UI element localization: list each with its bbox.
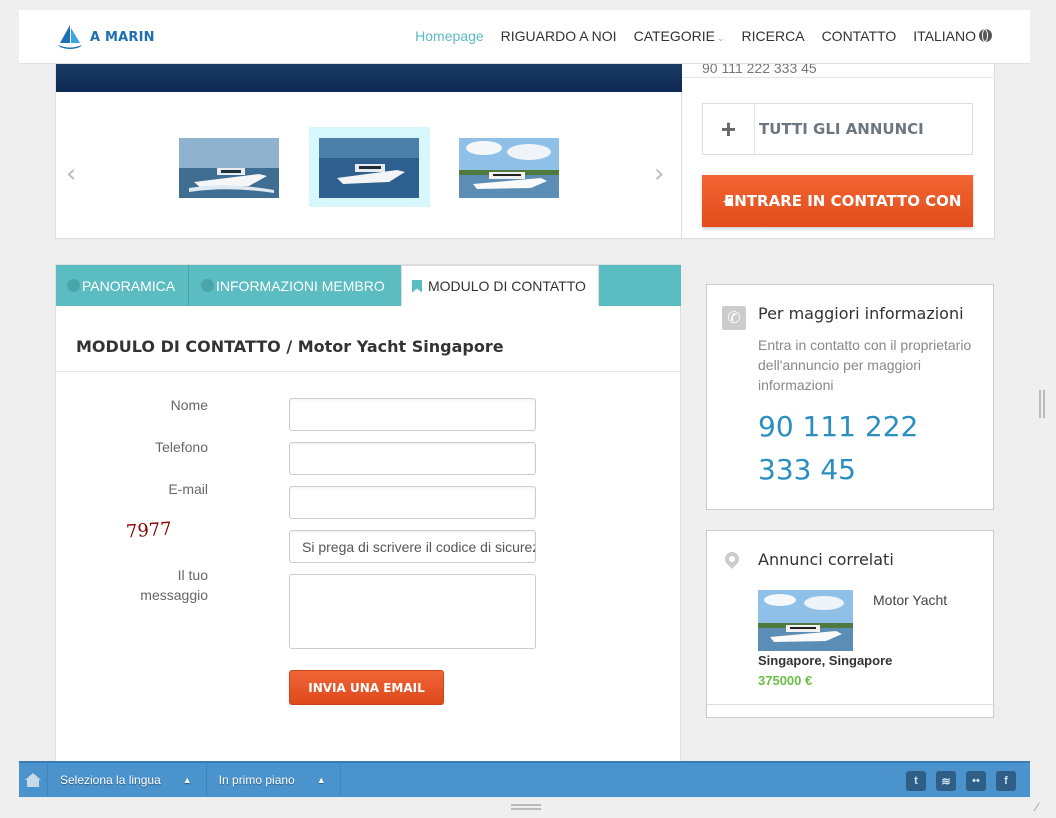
bookmark-icon [412,279,422,293]
chevron-down-icon: ⌄ [717,33,725,43]
facebook-icon[interactable]: f [996,771,1016,791]
nav-language[interactable]: ITALIANO [913,28,992,44]
related-ad-location: Singapore, Singapore [758,653,893,668]
yacht-photo-2 [319,138,419,198]
twitter-icon[interactable]: t [906,771,926,791]
gallery-thumb-2[interactable] [319,138,419,198]
send-email-button[interactable]: INVIA UNA EMAIL [289,670,444,705]
nav-language-label: ITALIANO [913,28,976,44]
contact-owner-button[interactable]: ◀ ENTRARE IN CONTATTO CON [702,175,973,227]
social-links: t ≋ •• f [906,771,1016,791]
related-ad-name[interactable]: Motor Yacht [873,592,947,608]
phone-field[interactable] [289,442,536,475]
chevron-left-icon[interactable]: ‹ [66,159,76,189]
yacht-photo-1 [179,138,279,198]
horizontal-resize-handle[interactable] [511,804,541,810]
reply-icon: ◀ [723,194,733,209]
nav-search[interactable]: RICERCA [742,28,805,44]
phone-line-1: 90 111 222 [758,410,919,443]
main-photo [56,64,682,92]
language-selector[interactable]: Seleziona la lingua ▲ [47,763,206,797]
name-label: Nome [170,397,208,413]
map-pin-icon [722,549,742,569]
listing-tabs-panel: PANORAMICA INFORMAZIONI MEMBRO MODULO DI… [55,264,681,764]
nav-categories-label: CATEGORIE [633,28,715,44]
tab-member-info-label: INFORMAZIONI MEMBRO [216,277,385,294]
flickr-icon[interactable]: •• [966,771,986,791]
all-ads-label: TUTTI GLI ANNUNCI [759,120,924,138]
language-selector-label: Seleziona la lingua [60,773,161,787]
logo-text: A MARIN [90,29,155,45]
user-icon [201,279,214,292]
tab-contact-form[interactable]: MODULO DI CONTATTO [401,265,599,306]
rss-icon[interactable]: ≋ [936,771,956,791]
vertical-resize-handle[interactable] [1039,390,1045,418]
message-label-line1: Il tuo [177,567,208,583]
site-header: A MARIN Homepage RIGUARDO A NOI CATEGORI… [19,10,1030,64]
tab-overview[interactable]: PANORAMICA [56,265,189,306]
tab-contact-form-label: MODULO DI CONTATTO [428,278,586,294]
listing-sidebar: 90 111 222 333 45 + TUTTI GLI ANNUNCI ◀ … [682,60,995,239]
plus-icon: + [703,104,755,154]
email-label: E-mail [168,481,208,497]
contact-owner-label: ENTRARE IN CONTATTO CON [724,192,962,210]
home-icon[interactable] [19,763,47,797]
related-ads-box: Annunci correlati Motor Yacht Singapore,… [706,530,995,718]
more-info-text: Entra in contatto con il proprietario de… [758,337,972,393]
more-info-title: Per maggiori informazioni [758,304,964,323]
contact-phone-number[interactable]: 90 111 222 333 45 [758,405,958,491]
tab-bar: PANORAMICA INFORMAZIONI MEMBRO MODULO DI… [56,265,681,306]
nav-contact[interactable]: CONTATTO [822,28,897,44]
info-icon [67,279,80,292]
featured-selector[interactable]: In primo piano ▲ [205,763,341,797]
captcha-image: 7977 [125,518,173,543]
related-ad-thumb[interactable] [758,590,853,651]
yacht-photo-related [758,590,853,651]
divider [56,371,681,372]
gallery-thumb-3[interactable] [459,138,559,198]
divider [682,77,995,78]
bottom-toolbar: Seleziona la lingua ▲ In primo piano ▲ t… [19,761,1030,797]
form-title: MODULO DI CONTATTO / Motor Yacht Singapo… [76,337,504,356]
related-ads-title: Annunci correlati [758,550,894,569]
phone-line-2: 333 45 [758,453,856,486]
message-label: Il tuo messaggio [140,565,208,605]
tab-member-info[interactable]: INFORMAZIONI MEMBRO [190,265,401,306]
gallery-thumb-1[interactable] [179,138,279,198]
resize-corner-icon[interactable]: ∕ [1036,800,1038,814]
globe-icon [979,29,992,42]
message-label-line2: messaggio [140,587,208,603]
related-ad-price: 375000 € [758,673,813,688]
all-ads-button[interactable]: + TUTTI GLI ANNUNCI [702,103,973,155]
main-nav: Homepage RIGUARDO A NOI CATEGORIE ⌄ RICER… [415,28,992,44]
home-icon-glyph [25,773,41,787]
featured-selector-label: In primo piano [218,773,295,787]
nav-categories[interactable]: CATEGORIE ⌄ [634,28,725,44]
phone-icon: ✆ [722,306,746,330]
yacht-photo-3 [459,138,559,198]
message-textarea[interactable] [289,574,536,649]
phone-label: Telefono [155,439,208,455]
more-info-box: ✆ Per maggiori informazioni Entra in con… [706,284,994,510]
divider [707,704,995,705]
sailboat-logo-icon [58,25,82,49]
nav-homepage[interactable]: Homepage [415,28,484,44]
captcha-field[interactable]: Si prega di scrivere il codice di sicure… [289,530,536,563]
tab-overview-label: PANORAMICA [82,277,176,294]
photo-gallery: ‹ › [55,64,682,239]
site-logo[interactable]: A MARIN [56,24,155,50]
caret-up-icon: ▲ [316,775,326,785]
email-field[interactable] [289,486,536,519]
nav-about[interactable]: RIGUARDO A NOI [501,28,617,44]
name-field[interactable] [289,398,536,431]
caret-up-icon: ▲ [182,775,192,785]
chevron-right-icon[interactable]: › [654,159,664,189]
